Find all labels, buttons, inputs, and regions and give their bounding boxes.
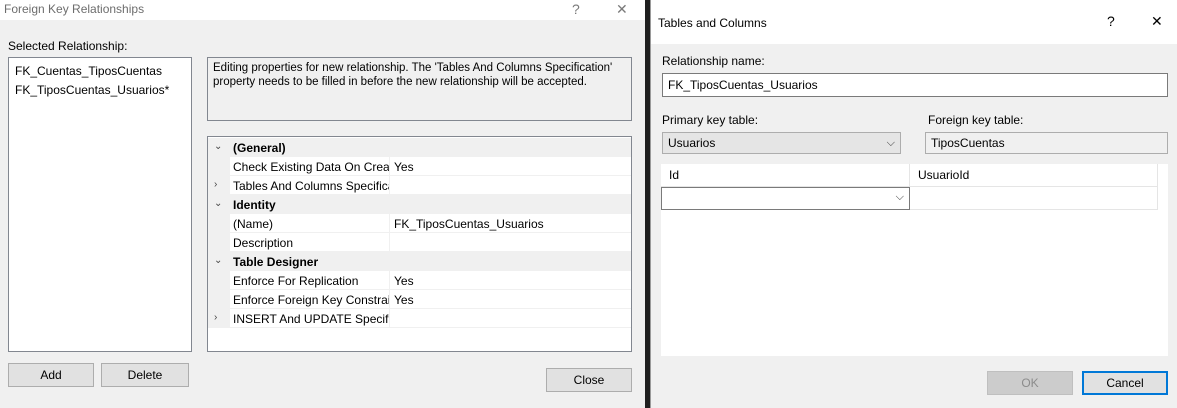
foreign-column-cell[interactable] xyxy=(910,187,1158,210)
relationship-description: Editing properties for new relationship.… xyxy=(207,57,632,121)
property-value[interactable]: FK_TiposCuentas_Usuarios xyxy=(394,217,544,231)
expand-chevron-icon[interactable]: › xyxy=(214,312,217,323)
property-separator xyxy=(389,271,390,290)
property-category[interactable]: ⌄ Table Designer xyxy=(208,252,631,271)
foreign-key-relationships-dialog: Foreign Key Relationships ? ✕ Selected R… xyxy=(0,0,645,408)
property-row[interactable]: Description xyxy=(208,233,631,252)
tc-help-icon[interactable]: ? xyxy=(1107,13,1115,29)
property-row[interactable]: › INSERT And UPDATE Specification xyxy=(208,309,631,328)
property-row[interactable]: Enforce Foreign Key Constraint Yes xyxy=(208,290,631,309)
relationship-item-fk-tiposcuentas-usuarios[interactable]: FK_TiposCuentas_Usuarios* xyxy=(15,83,169,97)
property-name: Tables And Columns Specification xyxy=(233,179,389,193)
close-icon[interactable]: ✕ xyxy=(616,1,628,18)
fk-dialog-title: Foreign Key Relationships xyxy=(4,2,145,16)
delete-button[interactable]: Delete xyxy=(101,363,189,387)
foreign-column-header: UsuarioId xyxy=(910,164,1158,187)
property-category-label: Identity xyxy=(233,198,276,212)
fk-title-bar[interactable]: Foreign Key Relationships ? ✕ xyxy=(0,0,645,20)
property-value[interactable]: Yes xyxy=(394,160,414,174)
property-category-label: (General) xyxy=(233,141,286,155)
tc-close-icon[interactable]: ✕ xyxy=(1151,13,1163,30)
cancel-button[interactable]: Cancel xyxy=(1082,371,1168,395)
chevron-down-icon: ⌵ xyxy=(886,137,895,149)
property-name: (Name) xyxy=(233,217,274,231)
primary-key-table-value: Usuarios xyxy=(668,136,716,150)
property-gutter xyxy=(208,271,230,290)
primary-column-header: Id xyxy=(661,164,910,187)
property-name: INSERT And UPDATE Specification xyxy=(233,312,389,326)
selected-relationship-label: Selected Relationship: xyxy=(8,39,128,53)
foreign-key-table-label: Foreign key table: xyxy=(928,113,1024,127)
tables-and-columns-dialog: Tables and Columns ? ✕ Relationship name… xyxy=(650,0,1177,408)
property-row[interactable]: › Tables And Columns Specification xyxy=(208,176,631,195)
property-gutter xyxy=(208,290,230,309)
property-value[interactable]: Yes xyxy=(394,293,414,307)
relationship-item-fk-cuentas-tiposcuentas[interactable]: FK_Cuentas_TiposCuentas xyxy=(15,64,162,78)
collapse-chevron-icon[interactable]: ⌄ xyxy=(214,141,222,152)
property-category-label: Table Designer xyxy=(233,255,319,269)
close-button[interactable]: Close xyxy=(546,368,632,392)
property-name: Enforce For Replication xyxy=(233,274,359,288)
primary-column-select[interactable]: ⌵ xyxy=(661,187,910,210)
property-grid[interactable]: ⌄ (General) Check Existing Data On Creatio… xyxy=(207,136,632,352)
expand-chevron-icon[interactable]: › xyxy=(214,179,217,190)
property-gutter xyxy=(208,214,230,233)
columns-grid[interactable]: Id UsuarioId ⌵ xyxy=(661,164,1168,356)
relationship-list[interactable]: FK_Cuentas_TiposCuentas FK_TiposCuentas_… xyxy=(8,57,192,352)
property-category[interactable]: ⌄ Identity xyxy=(208,195,631,214)
add-button[interactable]: Add xyxy=(8,363,94,387)
property-row[interactable]: Enforce For Replication Yes xyxy=(208,271,631,290)
column-chevron-down-icon: ⌵ xyxy=(895,191,904,203)
property-row[interactable]: Check Existing Data On Creation Yes xyxy=(208,157,631,176)
collapse-chevron-icon[interactable]: ⌄ xyxy=(214,255,222,266)
property-name: Description xyxy=(233,236,294,250)
help-icon[interactable]: ? xyxy=(572,1,580,17)
property-separator xyxy=(389,176,390,195)
property-value[interactable]: Yes xyxy=(394,274,414,288)
property-separator xyxy=(389,233,390,252)
property-separator xyxy=(389,309,390,328)
property-separator xyxy=(389,157,390,176)
property-gutter xyxy=(208,176,230,195)
property-gutter xyxy=(208,309,230,328)
primary-key-table-select[interactable]: Usuarios ⌵ xyxy=(662,132,901,154)
property-name: Enforce Foreign Key Constraint xyxy=(233,293,389,307)
property-separator xyxy=(389,290,390,309)
property-name: Check Existing Data On Creation xyxy=(233,160,389,174)
property-gutter xyxy=(208,233,230,252)
foreign-key-table-field: TiposCuentas xyxy=(925,132,1168,154)
primary-key-table-label: Primary key table: xyxy=(662,113,759,127)
relationship-name-input[interactable]: FK_TiposCuentas_Usuarios xyxy=(662,73,1168,97)
tc-title-bar[interactable]: Tables and Columns ? ✕ xyxy=(651,0,1177,44)
relationship-name-label: Relationship name: xyxy=(662,54,765,68)
property-gutter xyxy=(208,157,230,176)
ok-button[interactable]: OK xyxy=(987,371,1073,395)
property-row[interactable]: (Name) FK_TiposCuentas_Usuarios xyxy=(208,214,631,233)
collapse-chevron-icon[interactable]: ⌄ xyxy=(214,198,222,209)
property-category[interactable]: ⌄ (General) xyxy=(208,138,631,157)
property-separator xyxy=(389,214,390,233)
tc-dialog-title: Tables and Columns xyxy=(658,16,767,30)
